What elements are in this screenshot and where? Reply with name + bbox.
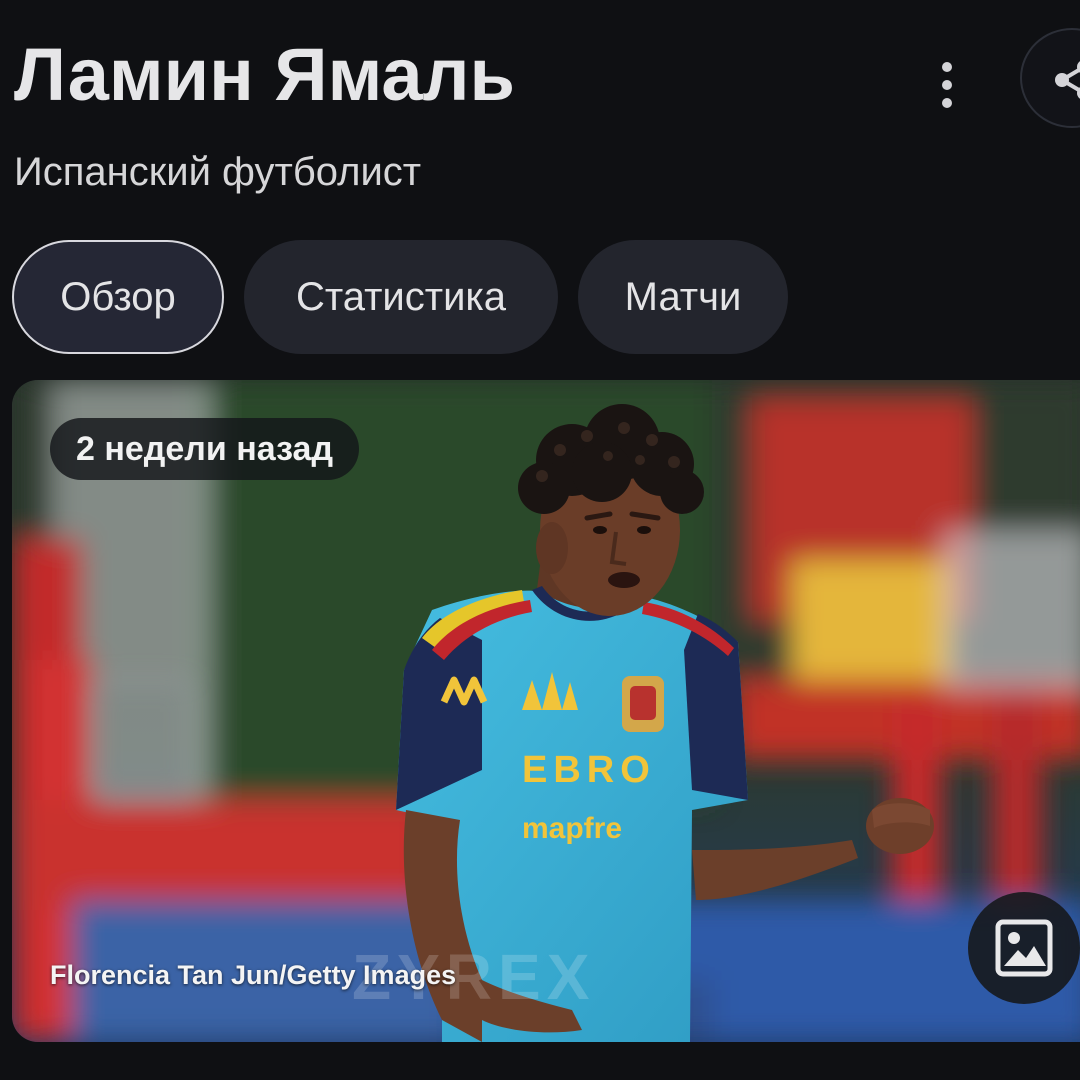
- image-credit: Florencia Tan Jun/Getty Images: [50, 960, 457, 990]
- jersey-text: EBRO: [522, 749, 656, 791]
- page-title: Ламин Ямаль: [14, 33, 516, 116]
- time-badge: 2 недели назад: [50, 418, 360, 480]
- hero-image-card[interactable]: EBRO mapfre 2 недели назад ZYREX Florenc…: [12, 380, 1080, 1042]
- bottom-strip: [0, 1042, 1080, 1080]
- tab-statistics[interactable]: Статистика: [244, 240, 558, 354]
- more-options-button[interactable]: [920, 58, 974, 112]
- tab-overview[interactable]: Обзор: [12, 240, 224, 354]
- more-vert-icon: [942, 62, 952, 108]
- tab-label: Матчи: [624, 274, 742, 319]
- tab-label: Обзор: [60, 274, 176, 319]
- jersey-sponsor: mapfre: [522, 812, 622, 845]
- knowledge-panel: Ламин Ямаль Испанский футболист Обзор Ст…: [0, 0, 1080, 1080]
- image-icon: [995, 919, 1053, 977]
- page-subtitle: Испанский футболист: [14, 150, 422, 194]
- share-button[interactable]: [1020, 28, 1080, 128]
- share-icon: [1055, 61, 1080, 99]
- tab-label: Статистика: [295, 274, 507, 319]
- tab-matches[interactable]: Матчи: [578, 240, 788, 354]
- view-images-button[interactable]: [968, 892, 1080, 1004]
